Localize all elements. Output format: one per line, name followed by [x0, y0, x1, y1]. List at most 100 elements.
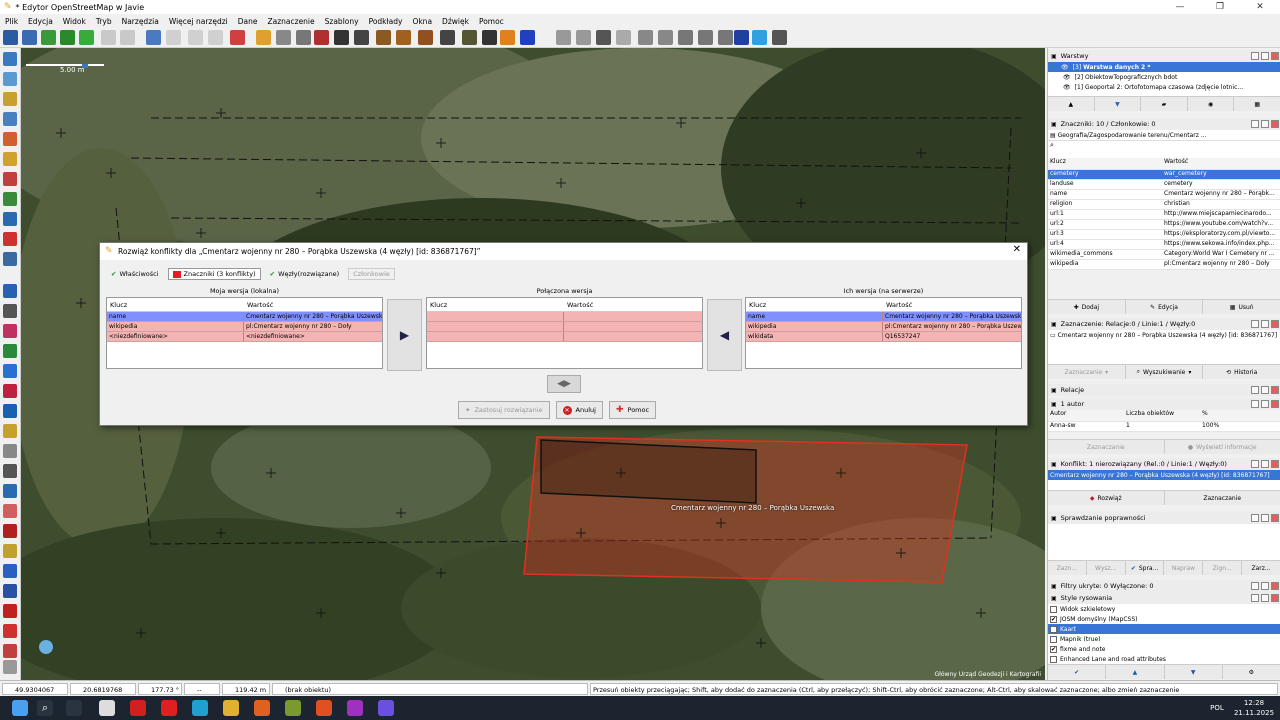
terracer-icon[interactable] — [3, 252, 17, 266]
bollard-icon[interactable] — [658, 30, 673, 45]
warning-icon[interactable] — [3, 604, 17, 618]
validate-button[interactable]: ✔ Spra... — [1125, 561, 1165, 575]
tag-icon[interactable] — [3, 304, 17, 318]
settings-icon[interactable] — [1251, 52, 1259, 60]
tags-header[interactable]: ▣ Znaczniki: 10 / Członkowie: 0 — [1048, 118, 1280, 130]
tab-members[interactable]: Członkowie — [348, 268, 395, 280]
my-version-table[interactable]: Klucz Wartość name Cmentarz wojenny nr 28… — [106, 297, 383, 369]
table-row[interactable]: wikidata Q16537247 — [746, 332, 1021, 342]
clock[interactable]: 12:28 21.11.2025 — [1232, 698, 1276, 718]
conflict-icon[interactable] — [3, 384, 17, 398]
tag-row[interactable]: cemetery war_cemetery — [1048, 170, 1280, 180]
josm-taskbar-icon[interactable] — [285, 700, 301, 716]
tab-tags[interactable]: Znaczniki (3 konflikty) — [167, 268, 261, 280]
authors-select-button[interactable]: Zaznaczanie — [1048, 440, 1165, 454]
app-purple-icon[interactable] — [347, 700, 363, 716]
close-icon[interactable] — [1271, 386, 1279, 394]
minimize-button[interactable]: — — [1160, 0, 1200, 14]
select-button[interactable]: Zaznaczanie ▾ — [1048, 365, 1126, 379]
style-up-button[interactable]: ▲ — [1106, 665, 1165, 679]
wall-icon[interactable] — [556, 30, 571, 45]
detach-icon[interactable] — [1261, 460, 1269, 468]
style-row[interactable]: Widok szkieletowy — [1048, 604, 1280, 614]
history-icon[interactable] — [3, 364, 17, 378]
tag-row[interactable]: religion christian — [1048, 200, 1280, 210]
delete-layer-button[interactable]: ▦ — [1234, 97, 1280, 111]
swap-button[interactable]: ◀▶ — [547, 375, 581, 393]
style-checkbox[interactable] — [1050, 625, 1057, 633]
water-icon[interactable] — [752, 30, 767, 45]
shop-icon[interactable] — [376, 30, 391, 45]
menu-file[interactable]: Plik — [0, 17, 23, 26]
open-icon[interactable] — [3, 30, 18, 45]
close-icon[interactable] — [1271, 52, 1279, 60]
command-stack-icon[interactable] — [3, 484, 17, 498]
notes-icon[interactable] — [3, 504, 17, 518]
close-icon[interactable] — [1271, 514, 1279, 522]
author-row[interactable]: Anna-sw 1 100% — [1048, 422, 1280, 432]
add-tag-button[interactable]: ✚ Dodaj — [1048, 300, 1126, 314]
settings-icon[interactable] — [1251, 594, 1259, 602]
settings-icon[interactable] — [1251, 582, 1259, 590]
conflicts-header[interactable]: ▣ Konflikt: 1 nierozwiązany (Rel.:0 / Lin… — [1048, 458, 1280, 470]
extrude-tool-icon[interactable] — [3, 192, 17, 206]
validation-search-button[interactable]: Wysz... — [1086, 561, 1126, 575]
selection-header[interactable]: ▣ Zaznaczenie: Relacje:0 / Linie:1 / Węzł… — [1048, 318, 1280, 330]
merge-layer-button[interactable]: ▰ — [1141, 97, 1188, 111]
menu-help[interactable]: Pomoc — [474, 17, 509, 26]
app-dc-icon[interactable] — [130, 700, 146, 716]
building-icon[interactable] — [314, 30, 329, 45]
search-icon[interactable]: ⌕ — [37, 700, 53, 716]
start-icon[interactable] — [12, 700, 28, 716]
validator-icon[interactable] — [3, 404, 17, 418]
detach-icon[interactable] — [1261, 52, 1269, 60]
menu-audio[interactable]: Dźwięk — [437, 17, 474, 26]
zoom-tool-icon[interactable] — [3, 112, 17, 126]
hedge-icon[interactable] — [698, 30, 713, 45]
filters-header[interactable]: ▣ Filtry ukryte: 0 Wyłączone: 0 — [1048, 580, 1280, 592]
conflict-select-button[interactable]: Zaznaczanie — [1164, 491, 1280, 505]
validation-select-button[interactable]: Zazn... — [1048, 561, 1087, 575]
maximize-button[interactable]: ❐ — [1200, 0, 1240, 14]
resolve-button[interactable]: ◆ Rozwiąż — [1048, 491, 1165, 505]
menu-more-tools[interactable]: Więcej narzędzi — [164, 17, 233, 26]
close-icon[interactable] — [1271, 460, 1279, 468]
minimap-icon[interactable] — [3, 544, 17, 558]
style-row[interactable]: Kaart — [1048, 624, 1280, 634]
settings-icon[interactable] — [1251, 460, 1259, 468]
style-row[interactable]: Mapnik (true) — [1048, 634, 1280, 644]
map-paint-icon[interactable] — [3, 344, 17, 358]
restaurant-icon[interactable] — [396, 30, 411, 45]
tag-row[interactable]: wikimedia_commons Category:World War I Ce… — [1048, 250, 1280, 260]
sign-icon[interactable] — [3, 644, 17, 658]
gate-icon[interactable] — [576, 30, 591, 45]
style-checkbox[interactable] — [1050, 655, 1057, 663]
redo-icon[interactable] — [120, 30, 135, 45]
show-info-button[interactable]: ● Wyświetl informacje — [1164, 440, 1280, 454]
edit-tag-button[interactable]: ✎ Edycja — [1125, 300, 1204, 314]
layer-row[interactable]: 👁 [1] Geoportal 2: Ortofotomapa czasowa (… — [1048, 82, 1280, 92]
building-tool-icon[interactable] — [3, 212, 17, 226]
firefox-icon[interactable] — [254, 700, 270, 716]
close-icon[interactable] — [1271, 582, 1279, 590]
tag-row[interactable]: wikipedia pl:Cmentarz wojenny nr 280 – Do… — [1048, 260, 1280, 270]
lasso-tool-icon[interactable] — [3, 72, 17, 86]
split-way-icon[interactable] — [188, 30, 203, 45]
menu-data[interactable]: Dane — [233, 17, 263, 26]
visibility-eye-icon[interactable]: 👁 — [1063, 74, 1071, 81]
tag-row[interactable]: url:4 https://www.sekowa.info/index.php..… — [1048, 240, 1280, 250]
tag-row[interactable]: url:1 http://www.miejscapamiecinarodo... — [1048, 210, 1280, 220]
selection-list-icon[interactable] — [3, 584, 17, 598]
menu-view[interactable]: Widok — [58, 17, 91, 26]
explorer-icon[interactable] — [223, 700, 239, 716]
style-checkbox[interactable] — [1050, 605, 1057, 613]
detach-icon[interactable] — [1261, 582, 1269, 590]
cancel-button[interactable]: ✕ Anuluj — [555, 401, 603, 419]
ignore-button[interactable]: Zign... — [1203, 561, 1243, 575]
style-checkbox[interactable]: ✔ — [1050, 645, 1057, 653]
settings-icon[interactable] — [1251, 120, 1259, 128]
tag-row[interactable]: name Cmentarz wojenny nr 280 – Porąbk... — [1048, 190, 1280, 200]
tag-search-input[interactable]: ⌕ — [1048, 140, 1280, 158]
app-wolf-icon[interactable] — [99, 700, 115, 716]
settings-icon[interactable] — [1251, 514, 1259, 522]
